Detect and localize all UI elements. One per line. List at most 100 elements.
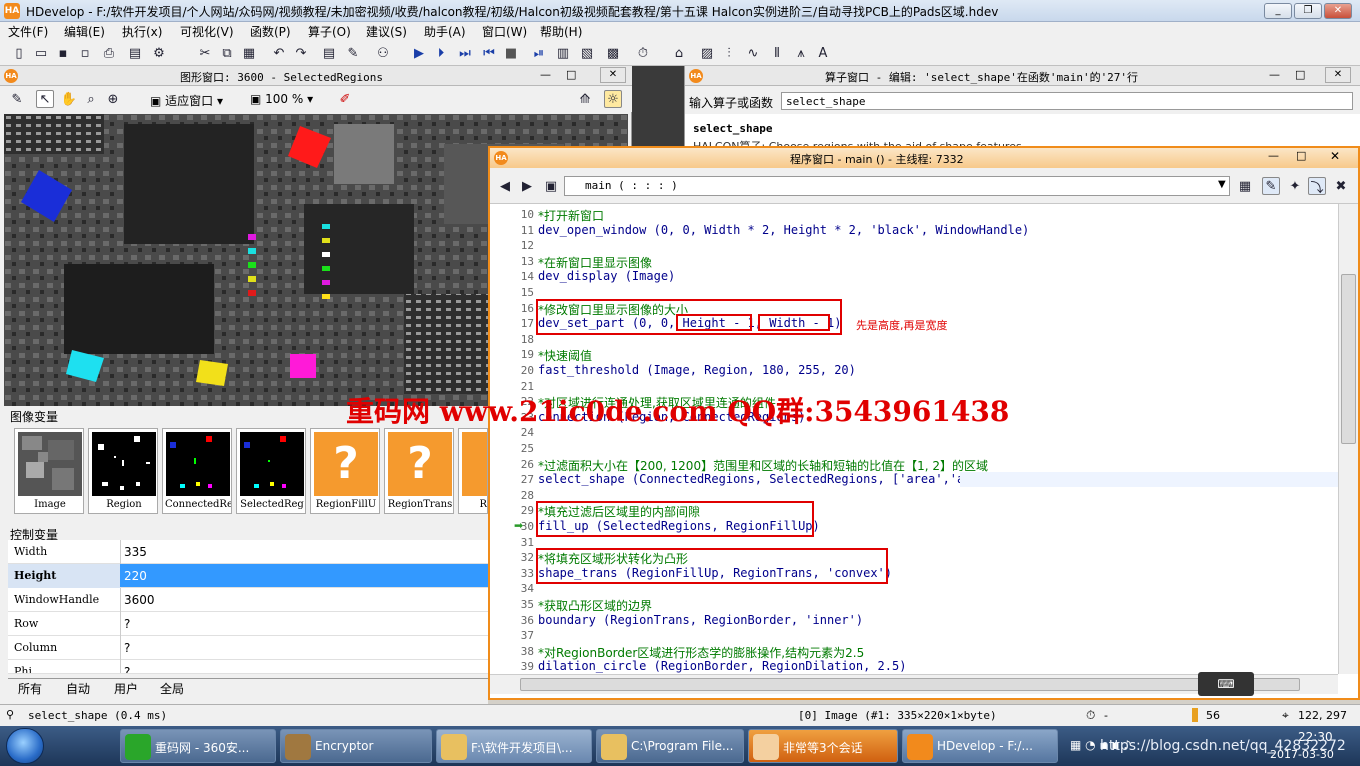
step-out-icon[interactable]: ⏮ xyxy=(480,44,498,62)
undo-icon[interactable]: ↶ xyxy=(270,44,288,62)
vertical-scrollbar[interactable] xyxy=(1338,204,1358,674)
step-over-icon[interactable]: ⏵ xyxy=(432,44,450,62)
magnifier-icon[interactable]: ⌕ xyxy=(82,90,100,108)
insert-icon[interactable]: ▤ xyxy=(320,44,338,62)
step-into-icon[interactable]: ⏭ xyxy=(456,44,474,62)
taskbar-item[interactable]: 非常等3个会话 xyxy=(748,729,898,763)
menu-item[interactable]: 函数(P) xyxy=(250,23,291,40)
profiler-icon[interactable]: ⚇ xyxy=(374,44,392,62)
code-line[interactable]: boundary (RegionTrans, RegionBorder, 'in… xyxy=(538,613,863,627)
menu-item[interactable]: 建议(S) xyxy=(366,23,407,40)
feature-histogram-icon[interactable]: ⫴ xyxy=(768,44,786,62)
prog-close-button[interactable]: ✕ xyxy=(1330,149,1340,163)
tab-auto[interactable]: 自动 xyxy=(66,680,90,697)
back-arrow-icon[interactable]: ◀ xyxy=(496,177,514,195)
procedure-select[interactable]: main ( : : : ) xyxy=(564,176,1230,196)
op-maximize-button[interactable]: □ xyxy=(1295,68,1305,81)
menu-item[interactable]: 编辑(E) xyxy=(64,23,105,40)
operator-input[interactable]: select_shape xyxy=(781,92,1353,110)
fit-window-dropdown[interactable]: ▣ 适应窗口 ▾ xyxy=(150,92,223,109)
clear-window-icon[interactable]: ⟰ xyxy=(576,90,594,108)
assistant-icon[interactable]: ⌂ xyxy=(670,44,688,62)
program-icon[interactable]: ▧ xyxy=(578,44,596,62)
open-file-icon[interactable]: ▭ xyxy=(32,44,50,62)
step-icon[interactable]: ⤵ xyxy=(1308,177,1326,196)
compile-icon[interactable]: ⚙ xyxy=(150,44,168,62)
control-var-row[interactable]: Phi? xyxy=(8,660,488,674)
edit-line-icon[interactable]: ✎ xyxy=(344,44,362,62)
image-variable-thumb[interactable]: Image xyxy=(14,428,84,514)
breakpoint-icon[interactable]: ▥ xyxy=(554,44,572,62)
gray-histogram-icon[interactable]: ▨ xyxy=(698,44,716,62)
code-comment[interactable]: *打开新窗口 xyxy=(538,207,604,224)
procedure-icon[interactable]: ▣ xyxy=(542,177,560,195)
print-icon[interactable]: ⎙ xyxy=(100,44,118,62)
code-line[interactable]: dev_open_window (0, 0, Width * 2, Height… xyxy=(538,223,1029,237)
redo-icon[interactable]: ↷ xyxy=(292,44,310,62)
feature-inspection-icon[interactable]: ⩚ xyxy=(792,44,810,62)
menu-item[interactable]: 帮助(H) xyxy=(540,23,582,40)
scrollbar-thumb[interactable] xyxy=(1341,274,1356,444)
timer-icon[interactable]: ⏱ xyxy=(634,44,652,62)
tab-global[interactable]: 全局 xyxy=(160,680,184,697)
zoom-dropdown[interactable]: ▣ 100 % ▾ xyxy=(250,92,313,106)
menu-item[interactable]: 助手(A) xyxy=(424,23,466,40)
panel-minimize-button[interactable]: — xyxy=(540,68,551,81)
menu-item[interactable]: 执行(x) xyxy=(122,23,162,40)
control-var-row[interactable]: Row? xyxy=(8,612,488,636)
debug-icon[interactable]: ✦ xyxy=(1286,177,1304,195)
pencil-icon[interactable]: ✎ xyxy=(8,90,26,108)
color-icon[interactable]: ✐ xyxy=(336,90,354,108)
reset-icon[interactable]: ⏯ xyxy=(530,44,548,62)
trans-variable-thumb[interactable]: ? RegionTrans xyxy=(384,428,454,514)
paste-icon[interactable]: ▦ xyxy=(240,44,258,62)
hand-icon[interactable]: ✋ xyxy=(60,90,78,108)
taskbar-item[interactable]: HDevelop - F:/... xyxy=(902,729,1058,763)
menu-item[interactable]: 算子(O) xyxy=(308,23,351,40)
fillup-variable-thumb[interactable]: ? RegionFillU xyxy=(310,428,380,514)
control-var-row[interactable]: Width 335 xyxy=(8,540,488,564)
panel-close-button[interactable]: ✕ xyxy=(600,67,626,83)
minimize-button[interactable]: _ xyxy=(1264,3,1292,19)
ocr-icon[interactable]: A xyxy=(814,44,832,62)
stop-icon[interactable]: ■ xyxy=(502,44,520,62)
line-profile-icon[interactable]: ∿ xyxy=(744,44,762,62)
calendar-icon[interactable]: ▦ xyxy=(1236,177,1254,195)
op-minimize-button[interactable]: — xyxy=(1269,68,1280,81)
chevron-down-icon[interactable]: ▼ xyxy=(1218,179,1226,190)
close-button[interactable]: ✕ xyxy=(1324,3,1352,19)
border-variable-thumb[interactable]: Regio xyxy=(458,428,488,514)
tab-all[interactable]: 所有 xyxy=(18,680,42,697)
run-icon[interactable]: ▶ xyxy=(410,44,428,62)
maximize-button[interactable]: ❐ xyxy=(1294,3,1322,19)
code-comment[interactable]: *快速阈值 xyxy=(538,347,592,364)
zoom-icon[interactable]: ⊕ xyxy=(104,90,122,108)
taskbar-item[interactable]: F:\软件开发项目\... xyxy=(436,729,592,763)
panel-maximize-button[interactable]: □ xyxy=(566,68,576,81)
keyboard-icon[interactable]: ⌨ xyxy=(1198,672,1254,696)
code-editor[interactable]: 10 *打开新窗口 11 dev_open_window (0, 0, Width *… xyxy=(490,204,1338,674)
print-preview-icon[interactable]: ▤ xyxy=(126,44,144,62)
control-var-row-selected[interactable]: Height 220 xyxy=(8,564,488,588)
control-var-row[interactable]: WindowHandle 3600 xyxy=(8,588,488,612)
selected-variable-thumb[interactable]: SelectedReg xyxy=(236,428,306,514)
menu-item[interactable]: 窗口(W) xyxy=(482,23,527,40)
connected-variable-thumb[interactable]: ConnectedRe xyxy=(162,428,232,514)
edit-procedure-icon[interactable]: ✎ xyxy=(1262,177,1280,195)
settings-icon[interactable]: ☼ xyxy=(604,90,622,108)
menu-item[interactable]: 文件(F) xyxy=(8,23,48,40)
code-line[interactable]: fast_threshold (Image, Region, 180, 255,… xyxy=(538,363,856,377)
copy-icon[interactable]: ⧉ xyxy=(218,44,236,62)
start-button[interactable] xyxy=(6,728,44,764)
region-variable-thumb[interactable]: Region xyxy=(88,428,158,514)
prog-minimize-button[interactable]: — xyxy=(1268,149,1279,162)
code-comment[interactable]: *获取凸形区域的边界 xyxy=(538,597,652,614)
prog-maximize-button[interactable]: □ xyxy=(1296,149,1306,162)
code-line[interactable]: dev_display (Image) xyxy=(538,269,675,283)
h-scrollbar-thumb[interactable] xyxy=(520,678,1300,691)
control-var-row[interactable]: Column? xyxy=(8,636,488,660)
forward-arrow-icon[interactable]: ▶ xyxy=(518,177,536,195)
stop-debug-icon[interactable]: ✖ xyxy=(1332,177,1350,195)
taskbar-item[interactable]: C:\Program File... xyxy=(596,729,744,763)
histogram-icon[interactable]: ⫶ xyxy=(720,44,738,62)
